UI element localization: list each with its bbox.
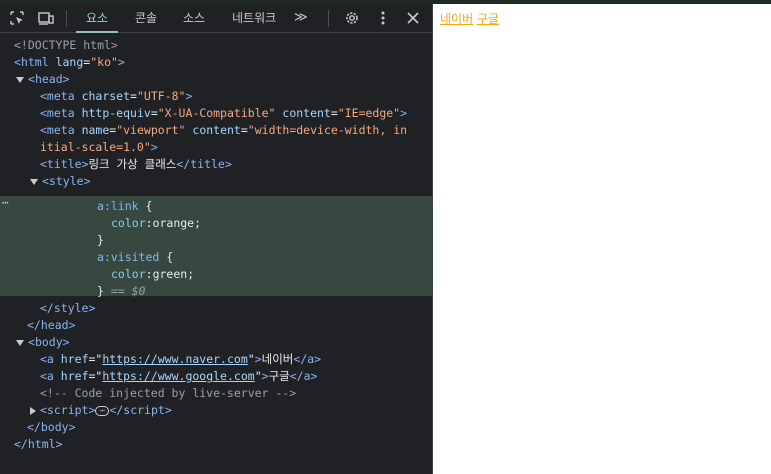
head-open-line[interactable]: <head> [0,71,449,88]
tab-network[interactable]: 네트워크 [232,4,276,32]
google-link[interactable]: 구글 [477,12,499,26]
toolbar-divider [66,10,67,27]
more-options-icon[interactable] [372,7,394,29]
settings-gear-icon[interactable] [341,7,363,29]
href-google-link[interactable]: https://www.google.com [102,369,254,383]
expand-triangle-icon[interactable] [16,339,24,346]
selected-node-marker: == $0 [110,284,146,298]
css-rule-visited-decl: color:green; [111,267,195,281]
devtools-toolbar: 요소 콘솔 소스 네트워크 ≫ [0,4,433,33]
tab-elements[interactable]: 요소 [75,4,119,33]
collapse-triangle-icon[interactable] [30,406,36,415]
expand-triangle-icon[interactable] [30,178,38,185]
toolbar-divider [328,10,329,27]
style-open-line[interactable]: <style> [0,173,463,190]
naver-link[interactable]: 네이버 [440,12,473,26]
rendered-page: 네이버 구글 [440,10,499,27]
html-open-line[interactable]: <html lang="ko"> [0,54,447,71]
meta-viewport-line[interactable]: <meta name="viewport" content="width=dev… [0,122,473,139]
href-naver-link[interactable]: https://www.naver.com [102,352,247,366]
expand-triangle-icon[interactable] [16,76,24,83]
tab-console[interactable]: 콘솔 [135,4,157,32]
meta-viewport-line-wrap: itial-scale=1.0"> [40,140,158,154]
anchor-naver-line[interactable]: <a href="https://www.naver.com">네이버</a> [0,351,473,368]
style-close-line[interactable]: </style> [0,300,473,317]
css-rule-close: } [97,233,104,247]
css-rule-close-selected: } == $0 [97,284,146,298]
device-toolbar-icon[interactable] [35,7,57,29]
close-icon[interactable] [402,7,424,29]
tab-sources[interactable]: 소스 [183,4,205,32]
css-rule-visited-selector: a:visited { [97,250,174,264]
meta-charset-line[interactable]: <meta charset="UTF-8"> [0,88,473,105]
title-line[interactable]: <title>링크 가상 클래스</title> [0,156,473,173]
html-close-line[interactable]: </html> [0,436,447,453]
devtools-panel: 요소 콘솔 소스 네트워크 ≫ ⋯ <!DOCTYPE html> <html … [0,4,433,474]
collapsed-content-icon[interactable]: ⋯ [95,405,110,416]
meta-http-equiv-line[interactable]: <meta http-equiv="X-UA-Compatible" conte… [0,105,473,122]
anchor-google-line[interactable]: <a href="https://www.google.com">구글</a> [0,368,473,385]
doctype-line: <!DOCTYPE html> [14,38,118,52]
body-close-line[interactable]: </body> [0,419,460,436]
comment-line[interactable]: <!-- Code injected by live-server --> [0,385,473,402]
css-rule-link-selector: a:link { [97,199,153,213]
more-tabs-icon[interactable]: ≫ [294,4,308,32]
inspect-element-icon[interactable] [6,7,28,29]
script-line[interactable]: <script> ⋯ </script> [0,402,463,419]
css-rule-link-decl: color:orange; [111,216,202,230]
head-close-line[interactable]: </head> [0,317,460,334]
body-open-line[interactable]: <body> [0,334,449,351]
dom-tree: ⋯ <!DOCTYPE html> <html lang="ko"> <head… [0,33,433,474]
